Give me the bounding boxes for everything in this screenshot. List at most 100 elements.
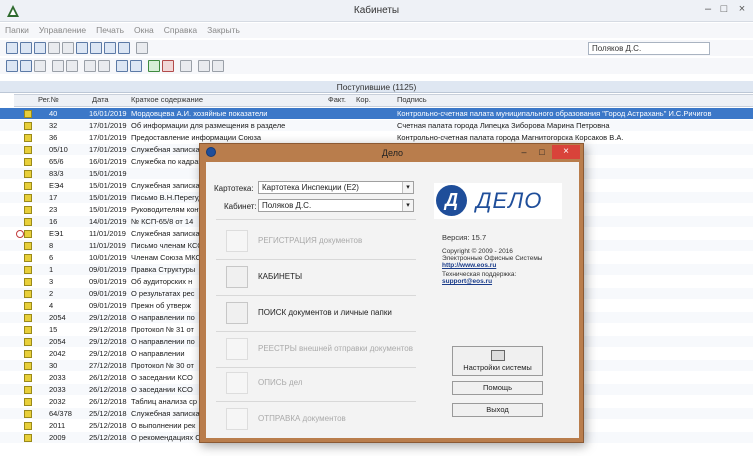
folder-open-icon[interactable] <box>136 42 148 54</box>
cell-number: 05/10 <box>49 145 68 154</box>
view-icon[interactable] <box>66 60 78 72</box>
document-status-icon <box>24 410 32 418</box>
document-status-icon <box>24 338 32 346</box>
dialog-minimize-button[interactable]: – <box>516 146 532 159</box>
dialog-menu-label: ОПИСЬ дел <box>258 378 303 387</box>
version-text: Версия: 15.7 <box>442 233 487 242</box>
folder-icon[interactable] <box>118 42 130 54</box>
register-icon <box>226 230 248 252</box>
dialog-menu-item[interactable]: ПОИСК документов и личные папки <box>226 302 426 326</box>
kabinet-label: Кабинет: <box>224 202 257 211</box>
folder-icon[interactable] <box>90 42 102 54</box>
cell-signature: Счетная палата города Липецка Зиборова М… <box>397 121 610 130</box>
cell-number: 32 <box>49 121 58 130</box>
document-status-icon <box>24 122 32 130</box>
table-row[interactable]: 36 17/01/2019 Предоставление информации Со… <box>0 132 753 143</box>
dialog-menu-item[interactable]: КАБИНЕТЫ <box>226 266 426 290</box>
folder-icon[interactable] <box>104 42 116 54</box>
col-header-fact[interactable]: Факт. <box>328 95 346 104</box>
chevron-down-icon[interactable]: ▾ <box>402 200 413 211</box>
cell-number: 65/6 <box>49 157 64 166</box>
cell-date: 11/01/2019 <box>89 229 126 238</box>
menu-item[interactable]: Закрыть <box>202 23 245 35</box>
close-icon[interactable] <box>212 60 224 72</box>
delo-dialog: Дело – □ × Картотека: Картотека Инспекци… <box>199 143 584 443</box>
document-status-icon <box>24 182 32 190</box>
col-header-date[interactable]: Дата <box>92 95 109 104</box>
kartoteka-select[interactable]: Картотека Инспекции (Е2) ▾ <box>258 181 414 194</box>
settings-button[interactable]: Настройки системы <box>452 346 543 376</box>
document-status-icon <box>24 374 32 382</box>
search-icon[interactable] <box>34 60 46 72</box>
table-row[interactable]: 40 16/01/2019 Мордовцева А.И. хозяйные пок… <box>0 108 753 119</box>
col-header-summary[interactable]: Краткое содержание <box>131 95 203 104</box>
binoculars-icon[interactable] <box>130 60 142 72</box>
dialog-menu-label: ПОИСК документов и личные папки <box>258 308 392 317</box>
col-header-number[interactable]: Рег.№ <box>38 95 59 104</box>
chevron-down-icon[interactable]: ▾ <box>402 182 413 193</box>
kabinet-select[interactable]: Поляков Д.С. ▾ <box>258 199 414 212</box>
dialog-menu-item[interactable]: ОПИСЬ дел <box>226 372 426 396</box>
folder-icon[interactable] <box>76 42 88 54</box>
delete-icon[interactable] <box>162 60 174 72</box>
current-user-field[interactable]: Поляков Д.С. <box>588 42 710 55</box>
divider <box>216 401 416 402</box>
menu-item[interactable]: Печать <box>91 23 129 35</box>
folder-icon[interactable] <box>6 42 18 54</box>
document-icon[interactable] <box>6 60 18 72</box>
website-link[interactable]: http://www.eos.ru <box>442 262 496 269</box>
filter-icon[interactable] <box>98 60 110 72</box>
dialog-close-button[interactable]: × <box>552 145 580 159</box>
cell-number: ЕЭ1 <box>49 229 64 238</box>
support-email-link[interactable]: support@eos.ru <box>442 278 492 285</box>
dialog-menu-label: РЕЕСТРЫ внешней отправки документов <box>258 344 414 353</box>
dialog-menu-item[interactable]: ОТПРАВКА документов <box>226 408 426 432</box>
cell-number: 2 <box>49 289 54 298</box>
help-button[interactable]: Помощь <box>452 381 543 395</box>
close-button[interactable]: × <box>734 3 750 15</box>
dialog-menu-item[interactable]: РЕЕСТРЫ внешней отправки документов <box>226 338 426 362</box>
check-icon[interactable] <box>84 60 96 72</box>
document-status-icon <box>24 398 32 406</box>
view-icon[interactable] <box>52 60 64 72</box>
menu-item[interactable]: Окна <box>129 23 159 35</box>
menu-bar: Папки Управление Печать Окна Справка Закрыть <box>0 23 753 38</box>
cell-number: 15 <box>49 325 58 334</box>
cell-date: 09/01/2019 <box>89 301 127 310</box>
menu-item[interactable]: Папки <box>0 23 34 35</box>
document-status-icon <box>24 278 32 286</box>
dialog-menu-item[interactable]: РЕГИСТРАЦИЯ документов <box>226 230 426 254</box>
document-status-icon <box>24 314 32 322</box>
exit-button[interactable]: Выход <box>452 403 543 417</box>
print-icon[interactable] <box>198 60 210 72</box>
cell-number: 40 <box>49 109 58 118</box>
document-icon[interactable] <box>20 60 32 72</box>
binoculars-icon[interactable] <box>116 60 128 72</box>
col-header-signature[interactable]: Подпись <box>397 95 427 104</box>
menu-item[interactable]: Справка <box>159 23 202 35</box>
dialog-maximize-button[interactable]: □ <box>534 146 550 159</box>
cell-number: 83/3 <box>49 169 64 178</box>
registry-icon <box>226 338 248 360</box>
add-icon[interactable] <box>148 60 160 72</box>
col-header-kor[interactable]: Кор. <box>356 95 371 104</box>
cell-number: 2054 <box>49 337 66 346</box>
document-status-icon <box>24 242 32 250</box>
menu-item[interactable]: Управление <box>34 23 91 35</box>
cell-date: 15/01/2019 <box>89 205 127 214</box>
send-icon <box>226 408 248 430</box>
folder-icon[interactable] <box>48 42 60 54</box>
copy-icon[interactable] <box>180 60 192 72</box>
cell-number: 2033 <box>49 385 66 394</box>
minimize-button[interactable]: – <box>700 3 716 15</box>
cell-date: 17/01/2019 <box>89 145 127 154</box>
folder-icon[interactable] <box>20 42 32 54</box>
company-text: Электронные Офисные Системы <box>442 255 543 262</box>
table-row[interactable]: 32 17/01/2019 Об информации для размещения… <box>0 120 753 131</box>
cell-number: 1 <box>49 265 54 274</box>
cell-date: 16/01/2019 <box>89 109 127 118</box>
maximize-button[interactable]: □ <box>716 3 732 15</box>
delo-logo: Д ДЕЛО <box>434 183 562 219</box>
folder-icon[interactable] <box>34 42 46 54</box>
folder-icon[interactable] <box>62 42 74 54</box>
